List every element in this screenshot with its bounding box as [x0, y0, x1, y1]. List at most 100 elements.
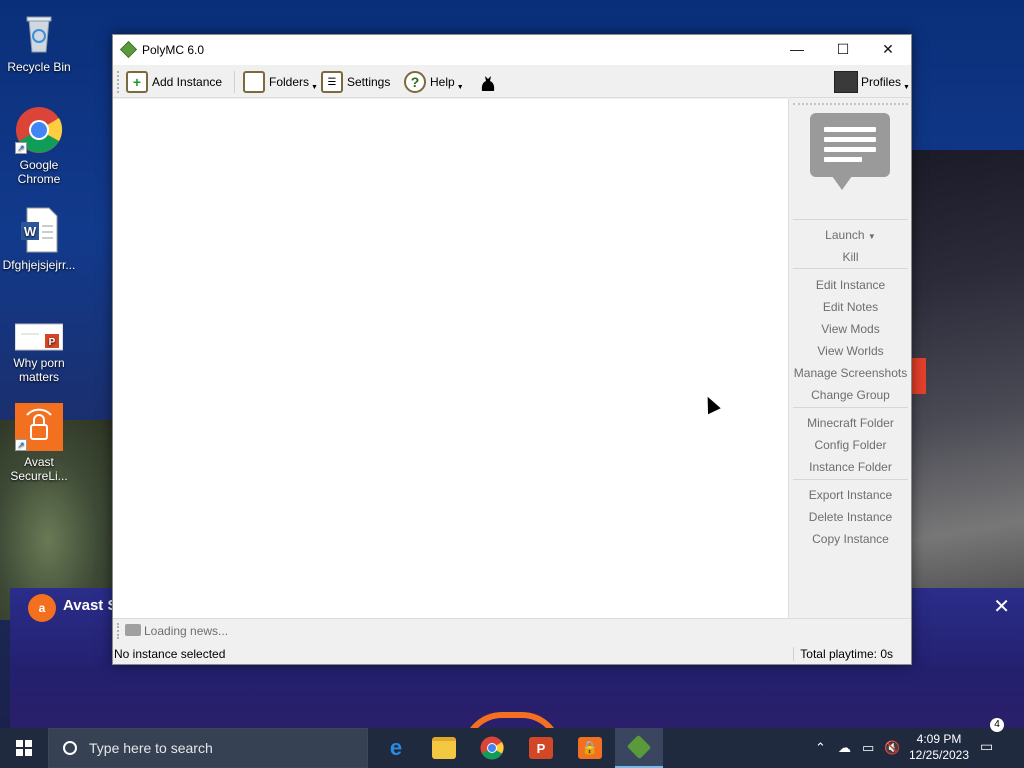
- window-titlebar[interactable]: PolyMC 6.0 — ☐ ✕: [113, 35, 911, 65]
- toolbar-grip[interactable]: [117, 71, 121, 93]
- status-bar: No instance selected Total playtime: 0s: [113, 643, 911, 664]
- avast-close-icon[interactable]: ✕: [993, 594, 1010, 619]
- help-label: Help: [430, 75, 455, 89]
- folders-label: Folders: [269, 75, 310, 89]
- taskbar-chrome[interactable]: [468, 728, 516, 768]
- news-grip[interactable]: [117, 623, 121, 639]
- folder-icon: [243, 71, 265, 93]
- bubble-line: [824, 127, 876, 132]
- file-explorer-icon: [432, 737, 456, 759]
- cat-button[interactable]: [477, 69, 499, 95]
- edit-instance-button[interactable]: Edit Instance: [789, 278, 912, 292]
- news-label[interactable]: Loading news...: [144, 624, 228, 638]
- manage-screenshots-button[interactable]: Manage Screenshots: [789, 366, 912, 380]
- dropdown-arrow-icon: ▼: [456, 83, 464, 91]
- change-group-button[interactable]: Change Group: [789, 388, 912, 402]
- window-title: PolyMC 6.0: [142, 43, 205, 57]
- folders-button[interactable]: Folders ▼: [243, 69, 318, 95]
- taskbar-avast-secureline[interactable]: 🔒: [566, 728, 614, 768]
- toolbar-separator: [234, 71, 235, 93]
- bubble-line: [824, 157, 862, 162]
- side-separator: [793, 268, 908, 269]
- desktop-icon-google-chrome[interactable]: ↗ Google Chrome: [1, 106, 77, 186]
- windows-logo-icon: [16, 740, 32, 756]
- network-icon[interactable]: ▭: [862, 728, 874, 768]
- side-separator: [793, 479, 908, 480]
- bubble-line: [824, 137, 876, 142]
- dropdown-arrow-icon: ▼: [903, 83, 910, 91]
- edge-icon: e: [389, 735, 403, 760]
- speech-bubble-tail: [832, 176, 852, 190]
- add-instance-icon: +: [126, 71, 148, 93]
- onedrive-icon[interactable]: ☁: [838, 728, 851, 768]
- desktop-icon-avast-secureline[interactable]: ↗ Avast SecureLi...: [1, 403, 77, 483]
- polymc-icon: [626, 734, 652, 760]
- avast-logo-icon: a: [28, 594, 56, 622]
- launch-button[interactable]: Launch ▼: [789, 228, 912, 242]
- taskbar-powerpoint[interactable]: P: [517, 728, 565, 768]
- instance-list-area[interactable]: [113, 99, 788, 618]
- minecraft-folder-button[interactable]: Minecraft Folder: [789, 416, 912, 430]
- add-instance-button[interactable]: + Add Instance: [126, 69, 222, 95]
- settings-button[interactable]: ☰ Settings: [321, 69, 390, 95]
- status-playtime: Total playtime: 0s: [793, 647, 893, 661]
- wallpaper-red-accent: [912, 358, 926, 394]
- taskbar-search-box[interactable]: Type here to search: [48, 728, 368, 768]
- profile-avatar: [834, 71, 858, 93]
- config-folder-button[interactable]: Config Folder: [789, 438, 912, 452]
- desktop-icon-label: Google Chrome: [17, 158, 61, 186]
- recycle-bin-icon: [15, 8, 63, 56]
- view-mods-button[interactable]: View Mods: [789, 322, 912, 336]
- side-separator: [793, 219, 908, 220]
- export-instance-button[interactable]: Export Instance: [789, 488, 912, 502]
- copy-instance-button[interactable]: Copy Instance: [789, 532, 912, 546]
- desktop-icon-powerpoint-file[interactable]: P Why porn matters: [1, 322, 77, 384]
- powerpoint-icon: P: [529, 737, 553, 759]
- profiles-label: Profiles: [861, 75, 902, 89]
- shortcut-arrow-icon: ↗: [15, 439, 27, 451]
- start-button[interactable]: [0, 728, 48, 768]
- shortcut-arrow-icon: ↗: [15, 142, 27, 154]
- profiles-button[interactable]: Profiles ▼: [834, 69, 910, 95]
- chrome-icon: [480, 736, 504, 760]
- dropdown-arrow-icon: ▼: [311, 83, 318, 91]
- taskbar-clock[interactable]: 4:09 PM 12/25/2023: [906, 731, 972, 763]
- polymc-window: PolyMC 6.0 — ☐ ✕ + Add Instance Folders …: [112, 34, 912, 665]
- help-button[interactable]: ? Help ▼: [404, 69, 464, 95]
- tray-chevron-icon[interactable]: ⌃: [815, 728, 826, 768]
- svg-text:P: P: [49, 337, 56, 348]
- search-placeholder: Type here to search: [89, 740, 213, 756]
- notification-center-icon[interactable]: ▭: [980, 738, 1004, 758]
- clock-time: 4:09 PM: [916, 732, 962, 746]
- search-icon: [63, 741, 77, 755]
- launch-label: Launch: [825, 228, 865, 242]
- kill-button[interactable]: Kill: [789, 250, 912, 264]
- maximize-button[interactable]: ☐: [820, 35, 866, 65]
- side-panel-grip[interactable]: [793, 103, 908, 106]
- close-button[interactable]: ✕: [865, 35, 911, 65]
- taskbar-polymc[interactable]: [615, 728, 663, 768]
- minimize-button[interactable]: —: [774, 35, 820, 65]
- bubble-line: [824, 147, 876, 152]
- taskbar: Type here to search e P 🔒 ⌃ ☁ ▭ 🔇 4:09 P…: [0, 718, 1024, 768]
- settings-label: Settings: [347, 75, 391, 89]
- desktop-icon-label: Why porn matters: [13, 356, 65, 384]
- delete-instance-button[interactable]: Delete Instance: [789, 510, 912, 524]
- dropdown-arrow-icon: ▼: [867, 232, 876, 241]
- desktop-icon-word-document[interactable]: W Dfghjejsjejrr...: [1, 206, 77, 272]
- volume-muted-icon[interactable]: 🔇: [884, 728, 900, 768]
- edit-notes-button[interactable]: Edit Notes: [789, 300, 912, 314]
- instance-folder-button[interactable]: Instance Folder: [789, 460, 912, 474]
- avast-banner-title: Avast S: [63, 597, 118, 614]
- powerpoint-file-icon: P: [14, 322, 64, 352]
- view-worlds-button[interactable]: View Worlds: [789, 344, 912, 358]
- taskbar-file-explorer[interactable]: [420, 728, 468, 768]
- settings-icon: ☰: [321, 71, 343, 93]
- cat-icon: [481, 76, 495, 91]
- add-instance-label: Add Instance: [152, 75, 223, 89]
- taskbar-edge[interactable]: e: [372, 728, 420, 768]
- instance-icon[interactable]: [810, 113, 890, 177]
- word-document-icon: W: [15, 206, 63, 254]
- desktop-icon-recycle-bin[interactable]: Recycle Bin: [1, 8, 77, 74]
- news-toolbar: Loading news...: [113, 618, 911, 642]
